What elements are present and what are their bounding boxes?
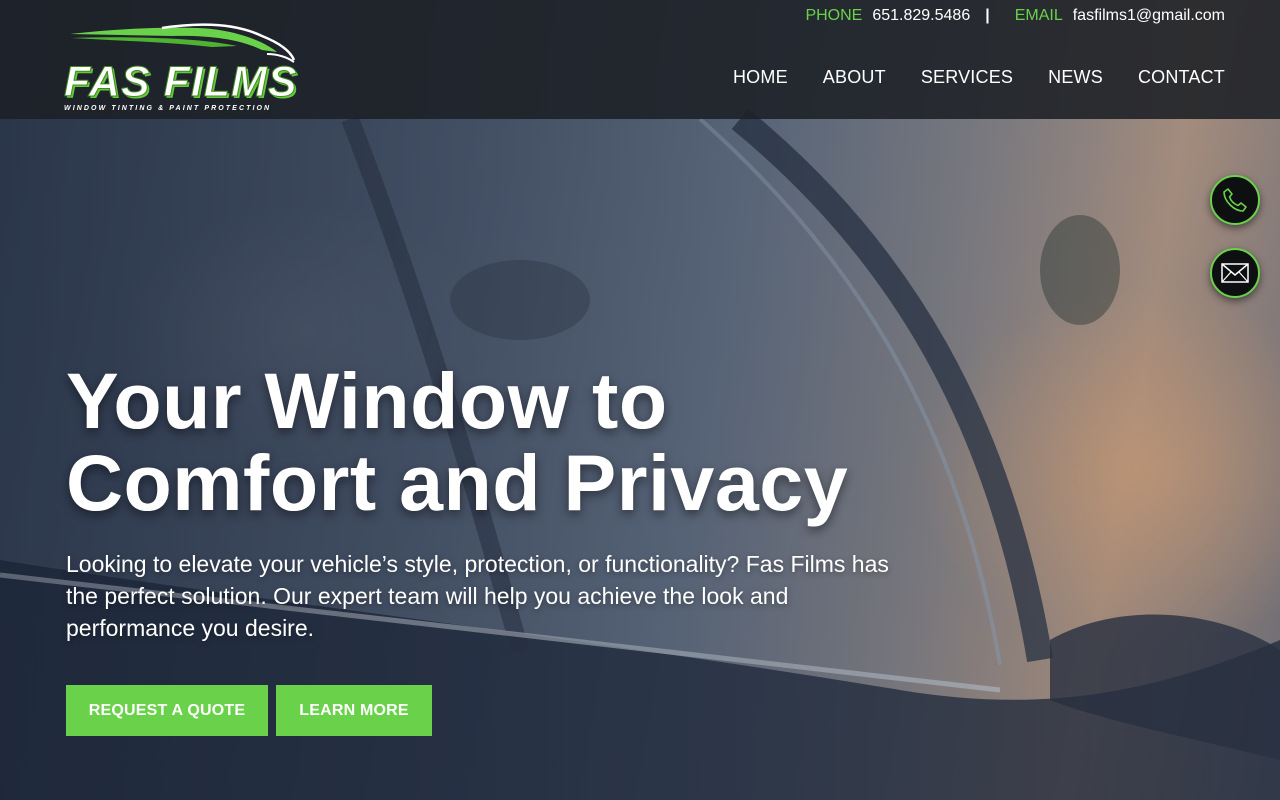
- hero-title-line-1: Your Window to: [66, 356, 668, 445]
- email-link[interactable]: fasfilms1@gmail.com: [1073, 7, 1225, 25]
- hero-description: Looking to elevate your vehicle’s style,…: [66, 551, 889, 641]
- phone-icon: [1223, 188, 1247, 212]
- request-quote-button[interactable]: REQUEST A QUOTE: [66, 685, 268, 736]
- phone-link[interactable]: 651.829.5486: [872, 7, 970, 25]
- nav-item-services[interactable]: SERVICES: [921, 66, 1013, 88]
- phone-label: PHONE: [805, 7, 863, 24]
- floating-call-button[interactable]: [1210, 175, 1260, 225]
- floating-email-button[interactable]: [1210, 248, 1260, 298]
- email-label: EMAIL: [1014, 7, 1063, 24]
- nav-item-about[interactable]: ABOUT: [823, 66, 886, 88]
- brand-name: FAS FILMS: [64, 58, 298, 106]
- topbar-separator: |: [985, 7, 990, 24]
- contact-topbar: PHONE 651.829.5486 | EMAIL fasfilms1@gma…: [805, 6, 1225, 26]
- brand-tagline: WINDOW TINTING & PAINT PROTECTION: [64, 105, 272, 112]
- nav-item-news[interactable]: NEWS: [1048, 66, 1103, 88]
- brand-logo[interactable]: FAS FILMS WINDOW TINTING & PAINT PROTECT…: [62, 20, 304, 115]
- site-header: FAS FILMS WINDOW TINTING & PAINT PROTECT…: [0, 0, 1280, 119]
- learn-more-button[interactable]: LEARN MORE: [276, 685, 432, 736]
- nav-item-home[interactable]: HOME: [733, 66, 788, 88]
- hero-title-line-2: Comfort and Privacy: [66, 438, 849, 527]
- main-nav: HOME ABOUT SERVICES NEWS CONTACT: [733, 66, 1225, 88]
- nav-item-contact[interactable]: CONTACT: [1138, 66, 1225, 88]
- hero-title: Your Window to Comfort and Privacy: [66, 360, 848, 524]
- envelope-icon: [1221, 263, 1249, 283]
